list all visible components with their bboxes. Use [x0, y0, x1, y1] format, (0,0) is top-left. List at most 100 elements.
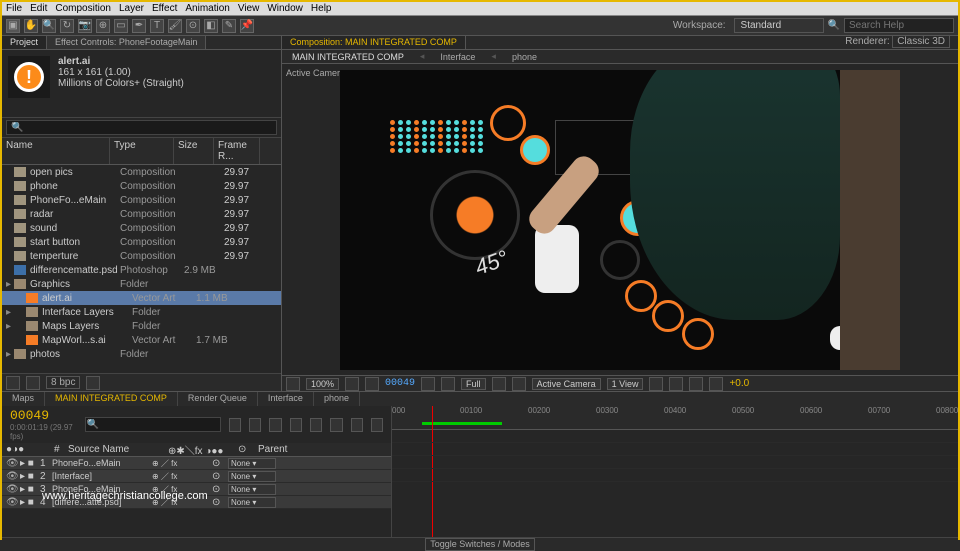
delete-button[interactable]	[86, 376, 100, 390]
timecode-sub: 0:00:01:19 (29.97 fps)	[10, 423, 77, 441]
transparency-button[interactable]	[512, 377, 526, 391]
project-item[interactable]: start buttonComposition29.97	[2, 235, 281, 249]
new-folder-button[interactable]	[26, 376, 40, 390]
grid-button[interactable]	[345, 377, 359, 391]
hand-tool[interactable]: ✋	[24, 19, 38, 33]
menu-composition[interactable]: Composition	[55, 3, 111, 14]
layer-row[interactable]: 👁▸ ■2[Interface]⊕ ／ fx⊙None ▾	[2, 470, 391, 483]
project-item[interactable]: ▸GraphicsFolder	[2, 277, 281, 291]
project-item[interactable]: phoneComposition29.97	[2, 179, 281, 193]
composition-tab[interactable]: Composition: MAIN INTEGRATED COMP	[282, 36, 466, 49]
tl-btn-5[interactable]	[310, 418, 322, 432]
asset-info: ! alert.ai 161 x 161 (1.00) Millions of …	[2, 50, 281, 118]
brush-tool[interactable]: 🖌	[168, 19, 182, 33]
renderer-select[interactable]: Classic 3D	[892, 35, 950, 48]
project-item[interactable]: ▸Maps LayersFolder	[2, 319, 281, 333]
project-item[interactable]: ▸photosFolder	[2, 347, 281, 361]
pan-behind-tool[interactable]: ⊕	[96, 19, 110, 33]
viewer-footer: 100% 00049 Full Active Camera 1 View +0.…	[282, 375, 958, 391]
timeline-tab[interactable]: Maps	[2, 392, 45, 406]
tl-btn-3[interactable]	[269, 418, 281, 432]
views-select[interactable]: 1 View	[607, 378, 644, 390]
project-tab[interactable]: Project	[2, 36, 47, 49]
timeline-graph[interactable]: 0000010000200003000040000500006000070000…	[392, 406, 958, 537]
camera-select[interactable]: Active Camera	[532, 378, 601, 390]
project-item[interactable]: open picsComposition29.97	[2, 165, 281, 179]
menu-layer[interactable]: Layer	[119, 3, 144, 14]
flowchart-button[interactable]	[709, 377, 723, 391]
hud-gauge-3	[682, 318, 714, 350]
puppet-tool[interactable]: 📌	[240, 19, 254, 33]
menu-view[interactable]: View	[238, 3, 260, 14]
bit-depth-button[interactable]: 8 bpc	[46, 376, 80, 389]
timeline-button[interactable]	[689, 377, 703, 391]
breadcrumb-item[interactable]: MAIN INTEGRATED COMP	[292, 52, 404, 62]
menu-edit[interactable]: Edit	[30, 3, 47, 14]
tl-btn-2[interactable]	[249, 418, 261, 432]
mask-button[interactable]	[365, 377, 379, 391]
shape-tool[interactable]: ▭	[114, 19, 128, 33]
project-item[interactable]: soundComposition29.97	[2, 221, 281, 235]
clone-tool[interactable]: ⊙	[186, 19, 200, 33]
snapshot-button[interactable]	[421, 377, 435, 391]
camera-tool[interactable]: 📷	[78, 19, 92, 33]
tl-btn-4[interactable]	[290, 418, 302, 432]
layer-bar[interactable]	[392, 443, 958, 456]
workspace-select[interactable]: Standard	[734, 18, 824, 33]
project-item[interactable]: MapWorl...s.aiVector Art1.7 MB	[2, 333, 281, 347]
project-item[interactable]: radarComposition29.97	[2, 207, 281, 221]
timeline-tab[interactable]: Render Queue	[178, 392, 258, 406]
channel-button[interactable]	[441, 377, 455, 391]
project-item[interactable]: tempertureComposition29.97	[2, 249, 281, 263]
comp-viewer[interactable]: Active Camera 45°	[282, 64, 958, 375]
phone-device	[535, 225, 579, 293]
work-area[interactable]	[422, 422, 502, 425]
project-search[interactable]	[6, 120, 277, 135]
viewer-timecode[interactable]: 00049	[385, 378, 415, 389]
zoom-tool[interactable]: 🔍	[42, 19, 56, 33]
project-item[interactable]: PhoneFo...eMainComposition29.97	[2, 193, 281, 207]
resolution-select[interactable]: Full	[461, 378, 486, 390]
menu-window[interactable]: Window	[267, 3, 303, 14]
fx-button[interactable]	[669, 377, 683, 391]
timeline-tab[interactable]: MAIN INTEGRATED COMP	[45, 392, 178, 406]
project-item[interactable]: alert.aiVector Art1.1 MB	[2, 291, 281, 305]
timeline-tab[interactable]: Interface	[258, 392, 314, 406]
timecode[interactable]: 00049	[10, 408, 77, 423]
tl-btn-8[interactable]	[371, 418, 383, 432]
timeline-search[interactable]	[85, 417, 221, 432]
workspace-label: Workspace:	[673, 20, 726, 31]
project-item[interactable]: ▸Interface LayersFolder	[2, 305, 281, 319]
search-icon: 🔍	[828, 20, 840, 31]
menu-help[interactable]: Help	[311, 3, 332, 14]
selection-tool[interactable]: ▣	[6, 19, 20, 33]
menu-effect[interactable]: Effect	[152, 3, 177, 14]
breadcrumb-item[interactable]: Interface	[440, 52, 475, 62]
text-tool[interactable]: T	[150, 19, 164, 33]
tl-btn-1[interactable]	[229, 418, 241, 432]
timeline-tab[interactable]: phone	[314, 392, 360, 406]
layer-bar[interactable]	[392, 456, 958, 469]
zoom-select[interactable]: 100%	[306, 378, 339, 390]
layer-bar[interactable]	[392, 469, 958, 482]
pixel-aspect-button[interactable]	[649, 377, 663, 391]
pen-tool[interactable]: ✒	[132, 19, 146, 33]
interpret-footage-button[interactable]	[6, 376, 20, 390]
tl-btn-7[interactable]	[351, 418, 363, 432]
search-help-input[interactable]	[844, 18, 954, 33]
alpha-button[interactable]	[286, 377, 300, 391]
timeline-panel: MapsMAIN INTEGRATED COMPRender QueueInte…	[2, 391, 958, 551]
project-item[interactable]: differencematte.psdPhotoshop2.9 MB	[2, 263, 281, 277]
rotate-tool[interactable]: ↻	[60, 19, 74, 33]
menu-file[interactable]: File	[6, 3, 22, 14]
effect-controls-tab[interactable]: Effect Controls: PhoneFootageMain	[47, 36, 206, 49]
tl-btn-6[interactable]	[330, 418, 342, 432]
roto-tool[interactable]: ✎	[222, 19, 236, 33]
layer-row[interactable]: 👁▸ ■1PhoneFo...eMain⊕ ／ fx⊙None ▾	[2, 457, 391, 470]
roi-button[interactable]	[492, 377, 506, 391]
exposure-value[interactable]: +0.0	[729, 378, 749, 389]
menu-animation[interactable]: Animation	[185, 3, 229, 14]
breadcrumb-item[interactable]: phone	[512, 52, 537, 62]
eraser-tool[interactable]: ◧	[204, 19, 218, 33]
layer-bar[interactable]	[392, 430, 958, 443]
